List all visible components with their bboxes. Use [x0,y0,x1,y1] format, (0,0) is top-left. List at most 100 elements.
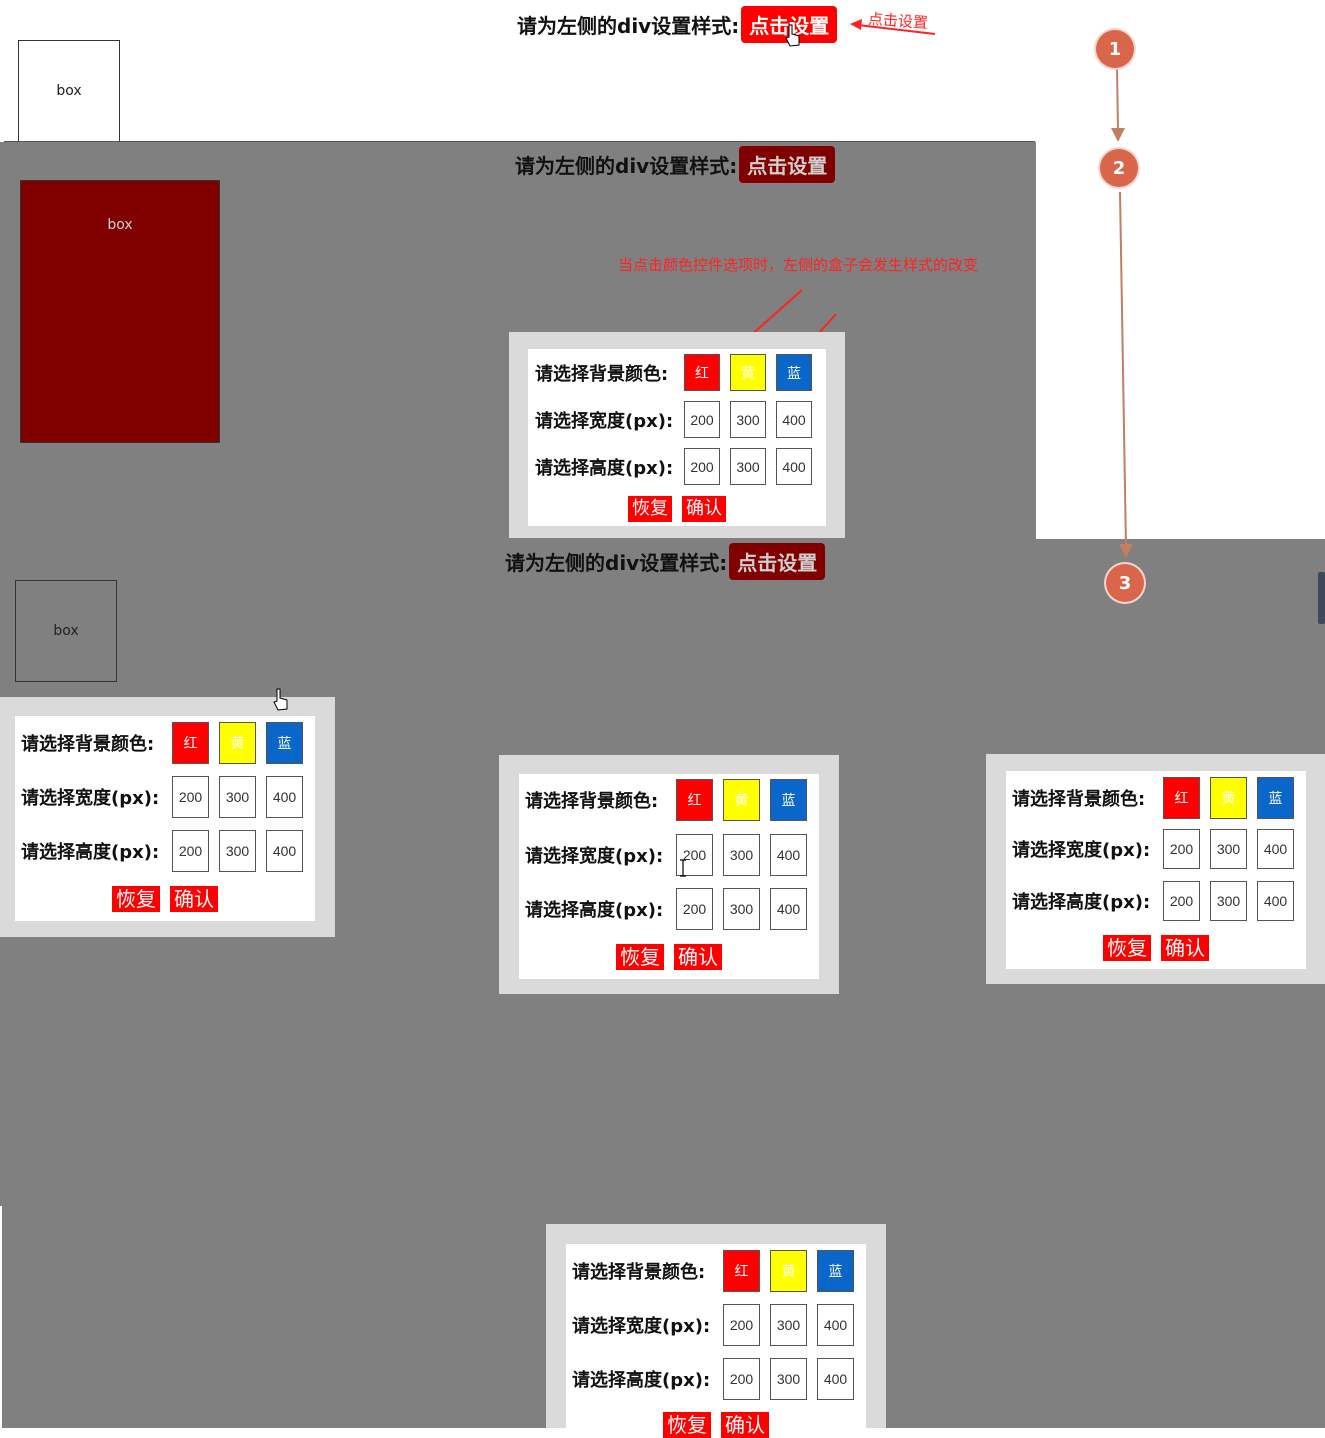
color-option-red[interactable]: 红 [676,779,713,821]
box-label: box [56,83,82,99]
bg-color-label: 请选择背景颜色: [525,791,659,812]
bg-color-label: 请选择背景颜色: [1012,789,1146,810]
color-option-red[interactable]: 红 [723,1250,760,1292]
height-option-200[interactable]: 200 [723,1358,760,1400]
box-label: box [107,217,133,233]
header-prompt: 请为左侧的div设置样式: [517,14,740,38]
width-label: 请选择宽度(px): [1012,840,1151,861]
target-box-reset: box [15,580,117,682]
width-row: 请选择宽度(px): 200 300 400 [525,834,807,876]
confirm-button[interactable]: 确认 [721,1412,769,1438]
action-row: 恢复 确认 [566,1412,866,1438]
width-option-300[interactable]: 300 [730,401,766,438]
height-option-200[interactable]: 200 [1163,881,1200,921]
edge-line [0,1206,2,1428]
reset-button[interactable]: 恢复 [112,886,160,912]
height-label: 请选择高度(px): [535,457,674,479]
width-option-300[interactable]: 300 [770,1304,807,1346]
height-option-400[interactable]: 400 [776,448,812,485]
width-option-400[interactable]: 400 [776,401,812,438]
confirm-button[interactable]: 确认 [682,496,726,522]
height-label: 请选择高度(px): [525,900,664,921]
bg-color-row: 请选择背景颜色: 红 黄 蓝 [525,779,807,821]
color-option-blue[interactable]: 蓝 [1257,777,1294,819]
height-row: 请选择高度(px): 200 300 400 [572,1358,854,1400]
height-option-200[interactable]: 200 [684,448,720,485]
height-option-300[interactable]: 300 [730,448,766,485]
height-option-400[interactable]: 400 [770,888,807,930]
set-style-button[interactable]: 点击设置 [739,146,836,183]
color-option-red[interactable]: 红 [684,354,720,391]
action-row: 恢复 确认 [519,944,819,970]
width-row: 请选择宽度(px): 200 300 400 [21,776,303,818]
scrollbar-widget[interactable] [1318,572,1325,624]
bg-color-label: 请选择背景颜色: [572,1262,706,1283]
color-option-yellow[interactable]: 黄 [770,1250,807,1292]
width-label: 请选择宽度(px): [535,410,674,432]
color-option-yellow[interactable]: 黄 [730,354,766,391]
header-3: 请为左侧的div设置样式: 点击设置 [505,543,826,580]
target-box-styled: box [20,180,220,443]
width-label: 请选择宽度(px): [572,1316,711,1337]
color-option-blue[interactable]: 蓝 [770,779,807,821]
height-label: 请选择高度(px): [1012,892,1151,913]
height-option-300[interactable]: 300 [1210,881,1247,921]
reset-button[interactable]: 恢复 [628,496,672,522]
color-option-yellow[interactable]: 黄 [1210,777,1247,819]
width-option-400[interactable]: 400 [1257,829,1294,869]
hand-cursor-icon [785,24,800,47]
height-option-400[interactable]: 400 [1257,881,1294,921]
width-option-200[interactable]: 200 [684,401,720,438]
color-option-blue[interactable]: 蓝 [776,354,812,391]
color-option-blue[interactable]: 蓝 [266,722,303,764]
width-option-300[interactable]: 300 [723,834,760,876]
width-label: 请选择宽度(px): [21,788,160,809]
reset-button[interactable]: 恢复 [616,944,664,970]
width-option-400[interactable]: 400 [770,834,807,876]
confirm-button[interactable]: 确认 [170,886,218,912]
bg-color-row: 请选择背景颜色: 红 黄 蓝 [572,1250,854,1292]
header-prompt: 请为左侧的div设置样式: [505,551,728,575]
height-row: 请选择高度(px): 200 300 400 [1012,881,1294,921]
confirm-button[interactable]: 确认 [674,944,722,970]
height-row: 请选择高度(px): 200 300 400 [21,830,303,872]
confirm-button[interactable]: 确认 [1161,935,1209,961]
height-option-300[interactable]: 300 [723,888,760,930]
width-row: 请选择宽度(px): 200 300 400 [1012,829,1294,869]
height-row: 请选择高度(px): 200 300 400 [525,888,807,930]
bg-color-row: 请选择背景颜色: 红 黄 蓝 [1012,777,1294,819]
header-prompt: 请为左侧的div设置样式: [515,154,738,178]
color-option-red[interactable]: 红 [172,722,209,764]
height-option-400[interactable]: 400 [817,1358,854,1400]
box-label: box [53,623,79,639]
width-row: 请选择宽度(px): 200 300 400 [535,401,812,438]
height-option-200[interactable]: 200 [172,830,209,872]
reset-button[interactable]: 恢复 [1103,935,1151,961]
bg-color-row: 请选择背景颜色: 红 黄 蓝 [535,354,812,391]
width-option-200[interactable]: 200 [1163,829,1200,869]
height-option-400[interactable]: 400 [266,830,303,872]
width-option-300[interactable]: 300 [1210,829,1247,869]
reset-button[interactable]: 恢复 [663,1412,711,1438]
step-badge-1: 1 [1096,30,1134,68]
height-option-300[interactable]: 300 [219,830,256,872]
width-option-300[interactable]: 300 [219,776,256,818]
width-option-400[interactable]: 400 [266,776,303,818]
height-option-300[interactable]: 300 [770,1358,807,1400]
color-option-red[interactable]: 红 [1163,777,1200,819]
width-option-200[interactable]: 200 [723,1304,760,1346]
bg-color-label: 请选择背景颜色: [21,734,155,755]
color-option-yellow[interactable]: 黄 [723,779,760,821]
width-row: 请选择宽度(px): 200 300 400 [572,1304,854,1346]
action-row: 恢复 确认 [528,496,826,522]
height-option-200[interactable]: 200 [676,888,713,930]
action-row: 恢复 确认 [15,886,315,912]
hand-cursor-icon [273,688,288,711]
width-option-200[interactable]: 200 [172,776,209,818]
step-badge-2: 2 [1100,149,1138,187]
set-style-button[interactable]: 点击设置 [729,543,826,580]
width-option-400[interactable]: 400 [817,1304,854,1346]
step-badge-3: 3 [1106,564,1144,602]
color-option-yellow[interactable]: 黄 [219,722,256,764]
color-option-blue[interactable]: 蓝 [817,1250,854,1292]
